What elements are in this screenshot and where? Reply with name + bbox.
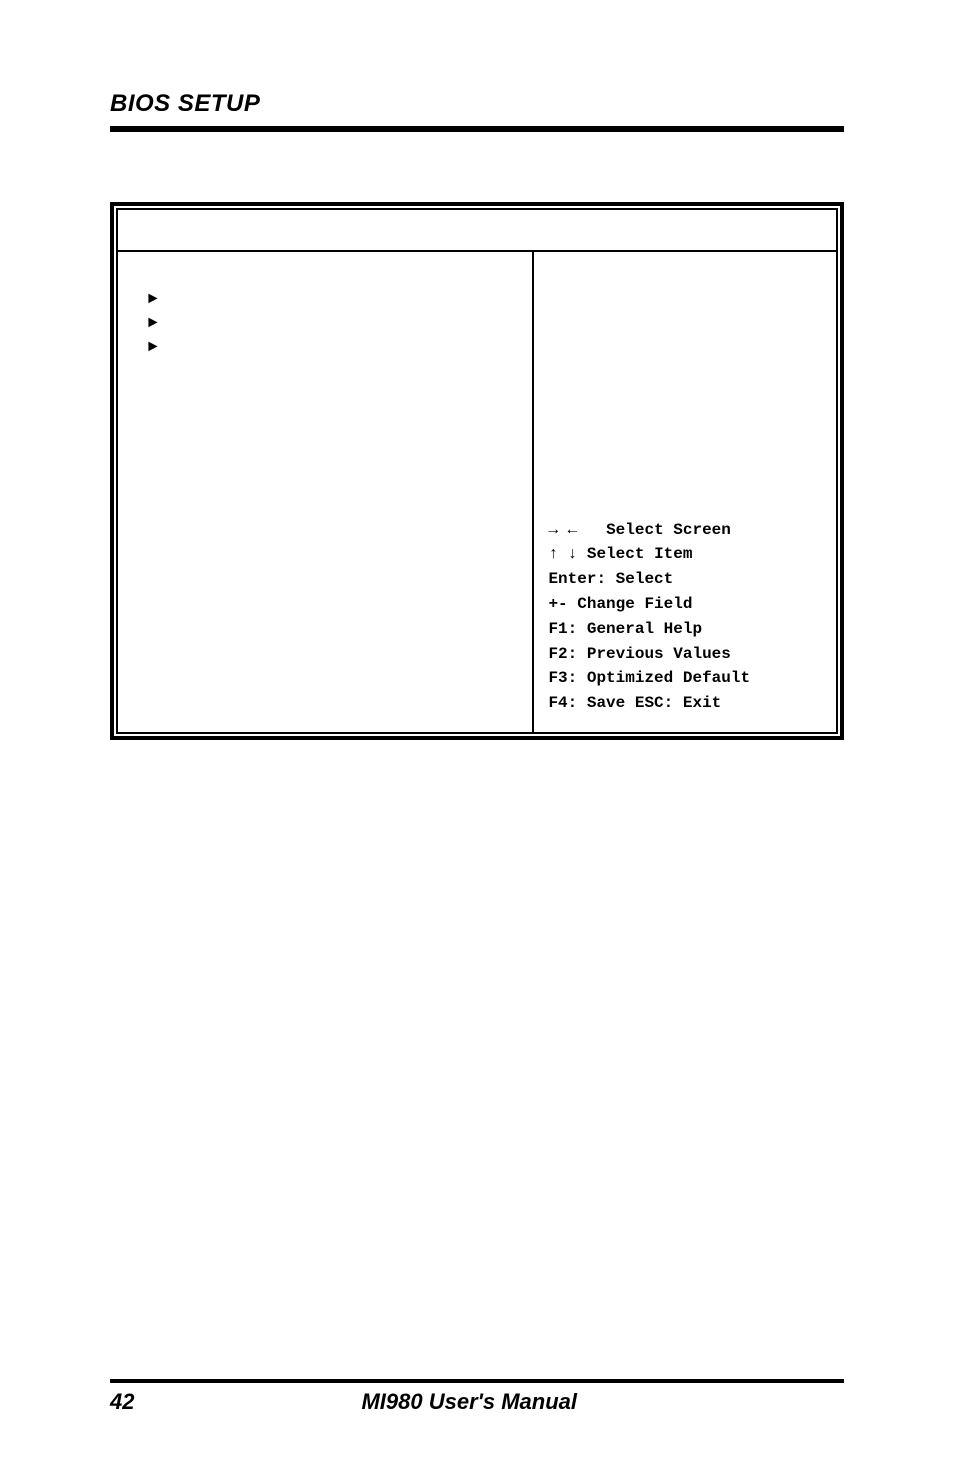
help-select-item: ↑ ↓ Select Item	[548, 542, 822, 567]
bios-panel-inner: ► ► ► → ← Select Screen ↑ ↓ Select Item …	[116, 208, 838, 734]
footer-rule	[110, 1379, 844, 1383]
triangle-right-icon: ►	[148, 315, 158, 331]
section-title: BIOS SETUP	[110, 90, 844, 118]
manual-title: MI980 User's Manual	[134, 1389, 804, 1415]
help-select-item-label: Select Item	[587, 545, 693, 563]
help-select-screen: → ← Select Screen	[548, 518, 822, 543]
help-enter: Enter: Select	[548, 567, 822, 592]
page: BIOS SETUP ► ► ► → ← Select Screen ↑ ↓ S…	[0, 0, 954, 1475]
bios-menu-item[interactable]: ►	[148, 287, 512, 311]
bios-menu-item[interactable]: ►	[148, 335, 512, 359]
help-f2: F2: Previous Values	[548, 642, 822, 667]
help-change-field: +- Change Field	[548, 592, 822, 617]
help-f1: F1: General Help	[548, 617, 822, 642]
bios-menu-item[interactable]: ►	[148, 311, 512, 335]
arrow-up-down-icon: ↑ ↓	[548, 545, 577, 563]
header-rule	[110, 126, 844, 132]
help-f3: F3: Optimized Default	[548, 666, 822, 691]
bios-help-panel: → ← Select Screen ↑ ↓ Select Item Enter:…	[534, 252, 836, 732]
triangle-right-icon: ►	[148, 339, 158, 355]
bios-body: ► ► ► → ← Select Screen ↑ ↓ Select Item …	[118, 252, 836, 732]
bios-panel-outer: ► ► ► → ← Select Screen ↑ ↓ Select Item …	[110, 202, 844, 740]
bios-menu-list: ► ► ►	[118, 252, 534, 732]
help-f4: F4: Save ESC: Exit	[548, 691, 822, 716]
page-number: 42	[110, 1389, 134, 1415]
page-footer: 42 MI980 User's Manual	[110, 1379, 844, 1415]
arrow-left-right-icon: → ←	[548, 521, 577, 539]
footer-row: 42 MI980 User's Manual	[110, 1389, 844, 1415]
triangle-right-icon: ►	[148, 291, 158, 307]
bios-title-bar	[118, 210, 836, 252]
help-select-screen-label: Select Screen	[606, 521, 731, 539]
